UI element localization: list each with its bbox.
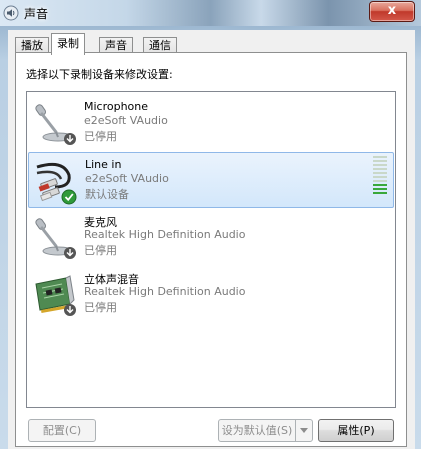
level-meter-segment — [373, 156, 387, 158]
input-level-meter — [373, 156, 387, 194]
device-status: 已停用 — [84, 244, 117, 257]
microphone-icon — [35, 104, 76, 145]
window-title: 声音 — [24, 7, 49, 21]
level-meter-segment — [373, 180, 387, 182]
sound-card-icon — [35, 275, 76, 316]
level-meter-segment — [373, 192, 387, 194]
set-default-dropdown-button[interactable] — [295, 419, 313, 442]
level-meter-segment — [373, 160, 387, 162]
level-meter-segment — [373, 164, 387, 166]
chevron-down-icon — [300, 428, 308, 433]
device-item-line-in[interactable]: Line in e2eSoft VAudio 默认设备 — [28, 152, 394, 208]
device-name: Line in — [85, 158, 122, 171]
device-item-microphone[interactable]: Microphone e2eSoft VAudio 已停用 — [28, 95, 394, 151]
device-name: Microphone — [84, 100, 149, 113]
recording-device-list[interactable]: Microphone e2eSoft VAudio 已停用 Line in e2… — [26, 91, 396, 408]
device-status: 已停用 — [84, 301, 117, 314]
disabled-badge-icon — [64, 247, 76, 259]
set-default-button[interactable]: 设为默认值(S) — [218, 419, 296, 442]
level-meter-segment — [373, 172, 387, 174]
device-driver: e2eSoft VAudio — [85, 172, 169, 185]
title-bar[interactable]: 声音 x — [0, 0, 421, 26]
properties-button[interactable]: 属性(P) — [318, 419, 394, 442]
device-driver: e2eSoft VAudio — [84, 114, 168, 127]
device-driver: Realtek High Definition Audio — [84, 228, 246, 241]
dialog-body: 播放 录制 声音 通信 选择以下录制设备来修改设置: Microphone e2… — [8, 30, 415, 449]
device-status: 默认设备 — [85, 188, 129, 201]
tab-recording[interactable]: 录制 — [51, 33, 85, 55]
level-meter-segment — [373, 168, 387, 170]
close-button[interactable]: x — [369, 1, 415, 22]
level-meter-segment — [373, 176, 387, 178]
speaker-icon — [3, 5, 19, 21]
device-item-stereo-mix[interactable]: 立体声混音 Realtek High Definition Audio 已停用 — [28, 266, 394, 322]
microphone-icon — [35, 218, 76, 259]
device-driver: Realtek High Definition Audio — [84, 285, 246, 298]
recording-tab-panel: 选择以下录制设备来修改设置: Microphone e2eSoft VAudio… — [15, 52, 407, 447]
level-meter-segment — [373, 188, 387, 190]
device-status: 已停用 — [84, 130, 117, 143]
disabled-badge-icon — [64, 133, 76, 145]
instruction-text: 选择以下录制设备来修改设置: — [26, 68, 173, 81]
level-meter-segment — [373, 184, 387, 186]
default-check-icon — [61, 189, 77, 205]
device-item-realtek-microphone[interactable]: 麦克风 Realtek High Definition Audio 已停用 — [28, 209, 394, 265]
line-in-cable-icon — [36, 162, 77, 205]
configure-button[interactable]: 配置(C) — [28, 419, 96, 442]
sound-dialog-window: 声音 x 播放 录制 声音 通信 选择以下录制设备来修改设置: Micropho… — [0, 0, 421, 449]
disabled-badge-icon — [64, 304, 76, 316]
